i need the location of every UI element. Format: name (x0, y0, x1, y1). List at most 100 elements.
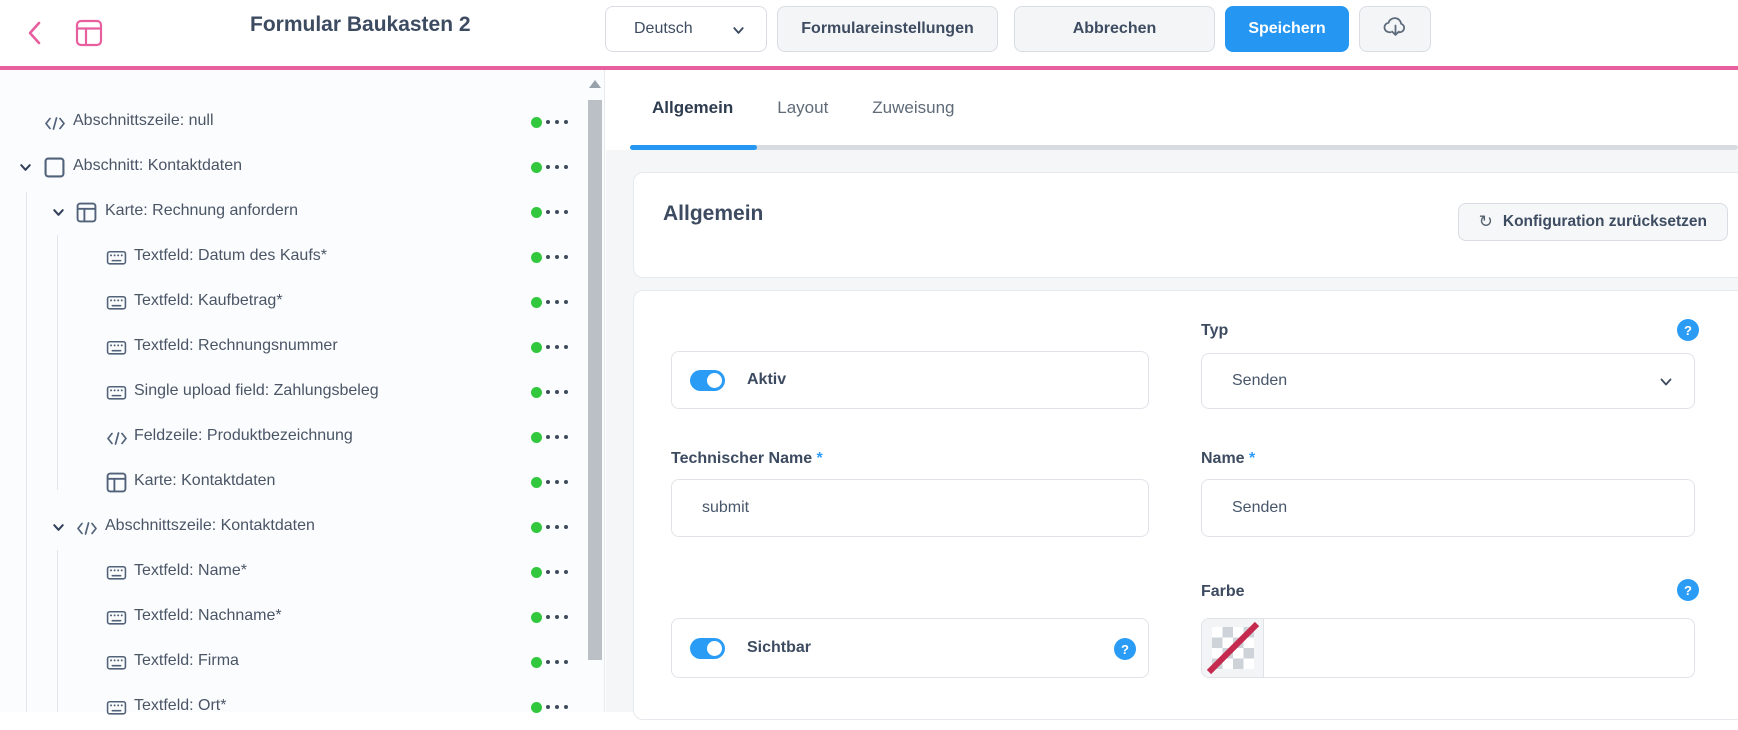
tree-item-label: Textfeld: Firma (134, 652, 239, 670)
status-dot (531, 432, 542, 443)
tabs: Allgemein Layout Zuweisung (652, 98, 955, 118)
save-button[interactable]: Speichern (1225, 6, 1349, 52)
panel-header-card: Allgemein ↻ Konfiguration zurücksetzen (633, 172, 1738, 278)
cancel-button[interactable]: Abbrechen (1014, 6, 1215, 52)
status-dot (531, 522, 542, 533)
code-icon (106, 430, 128, 452)
tab-layout[interactable]: Layout (777, 98, 828, 118)
status-dot (531, 162, 542, 173)
chevron-down-icon[interactable] (18, 160, 33, 180)
item-menu-button[interactable] (546, 660, 568, 664)
layout-icon[interactable] (74, 18, 104, 48)
tree-item[interactable]: Textfeld: Nachname* (0, 595, 585, 640)
section-icon (44, 157, 65, 183)
chevron-down-icon[interactable] (51, 520, 66, 540)
form-settings-button[interactable]: Formulareinstellungen (777, 6, 998, 52)
app-header: Formular Baukasten 2 Deutsch Formularein… (0, 0, 1738, 66)
item-menu-button[interactable] (546, 255, 568, 259)
general-settings-card: Typ ? Aktiv Senden Technischer Name * Na… (633, 290, 1738, 720)
code-icon (44, 115, 66, 137)
typ-help-icon[interactable]: ? (1677, 319, 1699, 341)
tree-item-label: Karte: Rechnung anfordern (105, 202, 298, 220)
tree-item[interactable]: Abschnittszeile: null (0, 100, 585, 145)
textfield-icon (106, 562, 127, 588)
status-dot (531, 567, 542, 578)
language-select[interactable]: Deutsch (605, 6, 767, 52)
textfield-icon (106, 652, 127, 678)
item-menu-button[interactable] (546, 570, 568, 574)
textfield-icon (106, 247, 127, 273)
sichtbar-help-icon[interactable]: ? (1114, 638, 1136, 660)
chevron-down-icon[interactable] (51, 205, 66, 225)
tab-track (630, 145, 1738, 150)
tree-item[interactable]: Textfeld: Firma (0, 640, 585, 685)
farbe-color-input[interactable] (1264, 619, 1694, 677)
scroll-up-arrow-icon[interactable] (588, 78, 602, 90)
tree-item-label: Karte: Kontaktdaten (134, 472, 275, 490)
download-button[interactable] (1359, 6, 1431, 52)
textfield-icon (106, 382, 127, 408)
item-menu-button[interactable] (546, 435, 568, 439)
chevron-down-icon (731, 23, 746, 43)
item-menu-button[interactable] (546, 525, 568, 529)
item-menu-button[interactable] (546, 615, 568, 619)
reset-configuration-button[interactable]: ↻ Konfiguration zurücksetzen (1458, 203, 1728, 241)
code-icon (76, 520, 98, 542)
status-dot (531, 387, 542, 398)
tree-item[interactable]: Karte: Kontaktdaten (0, 460, 585, 505)
item-menu-button[interactable] (546, 210, 568, 214)
item-menu-button[interactable] (546, 345, 568, 349)
back-icon[interactable] (22, 17, 48, 49)
technischer-name-label: Technischer Name * (671, 450, 823, 468)
tree-item-label: Single upload field: Zahlungsbeleg (134, 382, 379, 400)
language-select-value: Deutsch (634, 20, 693, 38)
form-structure-tree-panel: Abschnittszeile: null Abschnitt: Kontakt… (0, 70, 605, 712)
status-dot (531, 702, 542, 713)
tree-item-label: Textfeld: Kaufbetrag* (134, 292, 283, 310)
aktiv-toggle-row: Aktiv (671, 351, 1149, 409)
item-menu-button[interactable] (546, 480, 568, 484)
status-dot (531, 612, 542, 623)
tree-item-label: Textfeld: Ort* (134, 697, 226, 715)
card-icon (106, 472, 127, 498)
panel-title: Allgemein (663, 202, 763, 226)
item-menu-button[interactable] (546, 705, 568, 709)
status-dot (531, 477, 542, 488)
tree-item[interactable]: Textfeld: Kaufbetrag* (0, 280, 585, 325)
sidebar-scrollbar[interactable] (586, 70, 605, 712)
tree-item[interactable]: Karte: Rechnung anfordern (0, 190, 585, 235)
sichtbar-label: Sichtbar (747, 639, 811, 657)
typ-select[interactable]: Senden (1201, 353, 1695, 409)
tree-item[interactable]: Textfeld: Rechnungsnummer (0, 325, 585, 370)
textfield-icon (106, 337, 127, 363)
tree-item[interactable]: Abschnitt: Kontaktdaten (0, 145, 585, 190)
technischer-name-input[interactable] (671, 479, 1149, 537)
farbe-help-icon[interactable]: ? (1677, 579, 1699, 601)
aktiv-toggle[interactable] (690, 370, 725, 391)
status-dot (531, 297, 542, 308)
tree-item-label: Textfeld: Name* (134, 562, 247, 580)
color-swatch-button[interactable] (1202, 619, 1264, 677)
farbe-color-field (1201, 618, 1695, 678)
cloud-download-icon (1382, 14, 1409, 44)
tree-item[interactable]: Textfeld: Datum des Kaufs* (0, 235, 585, 280)
tree-item[interactable]: Abschnittszeile: Kontaktdaten (0, 505, 585, 550)
item-menu-button[interactable] (546, 300, 568, 304)
scrollbar-thumb[interactable] (588, 100, 602, 660)
farbe-label: Farbe (1201, 583, 1245, 601)
item-menu-button[interactable] (546, 165, 568, 169)
tab-zuweisung[interactable]: Zuweisung (872, 98, 954, 118)
tree-item-label: Abschnittszeile: Kontaktdaten (105, 517, 315, 535)
tree-item[interactable]: Textfeld: Name* (0, 550, 585, 595)
tab-allgemein[interactable]: Allgemein (652, 98, 733, 118)
tree-item[interactable]: Textfeld: Ort* (0, 685, 585, 730)
tabs-bar: Allgemein Layout Zuweisung (606, 70, 1738, 150)
item-menu-button[interactable] (546, 120, 568, 124)
textfield-icon (106, 697, 127, 723)
name-input[interactable] (1201, 479, 1695, 537)
textfield-icon (106, 607, 127, 633)
sichtbar-toggle[interactable] (690, 638, 725, 659)
tree-item[interactable]: Single upload field: Zahlungsbeleg (0, 370, 585, 415)
item-menu-button[interactable] (546, 390, 568, 394)
tree-item[interactable]: Feldzeile: Produktbezeichnung (0, 415, 585, 460)
